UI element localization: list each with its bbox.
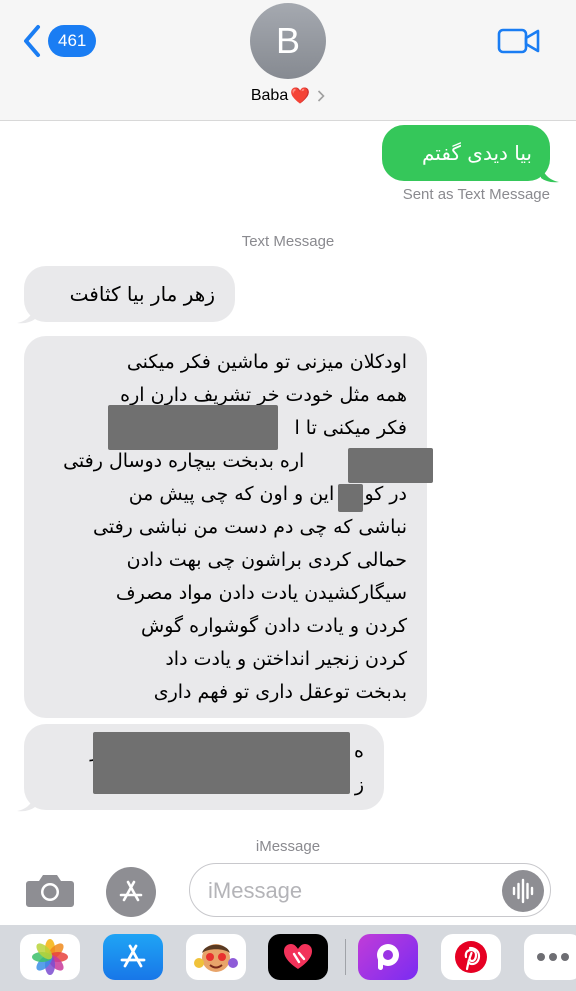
- incoming-message-bubble-long[interactable]: اودکلان میزنی تو ماشین فکر میکنی همه مثل…: [24, 336, 427, 718]
- more-icon: [537, 953, 569, 961]
- audio-message-button[interactable]: [502, 870, 544, 912]
- message-line: نباشی که چی دم دست من نباشی رفتی: [93, 516, 407, 538]
- more-apps-button[interactable]: [524, 934, 576, 980]
- imessage-app-strip: [0, 925, 576, 991]
- message-line: سیگارکشیدن یادت دادن مواد مصرف: [115, 582, 407, 604]
- app-store-icon: [119, 880, 143, 902]
- memoji-icon: [194, 944, 238, 972]
- back-button[interactable]: 461: [22, 24, 97, 58]
- message-line: بدبخت توعقل داری تو فهم داری: [153, 681, 407, 703]
- contact-emoji: ❤️: [290, 88, 311, 105]
- compose-bar: [0, 855, 576, 925]
- message-line: کردن زنجیر انداختن و یادت داد: [165, 648, 407, 670]
- text-message-label: Text Message: [241, 233, 335, 250]
- redaction-block: [93, 732, 350, 794]
- incoming-message-text: زهر مار بیا کثافت: [69, 282, 215, 306]
- message-line: حمالی کردی براشون چی بهت دادن: [126, 549, 407, 571]
- memoji-stickers-button[interactable]: [186, 934, 246, 980]
- chevron-right-icon: [318, 90, 325, 102]
- picsart-app-button[interactable]: [358, 934, 418, 980]
- app-store-app-button[interactable]: [103, 934, 163, 980]
- unread-count-badge: 461: [48, 25, 97, 57]
- message-line: اودکلان میزنی تو ماشین فکر میکنی: [126, 351, 407, 373]
- contact-avatar[interactable]: B: [250, 3, 326, 79]
- pinterest-icon: [455, 941, 487, 973]
- redaction-block: [108, 405, 278, 450]
- outgoing-bubble-tail: [541, 164, 559, 183]
- message-input-field[interactable]: [189, 863, 551, 917]
- outgoing-message-bubble[interactable]: بیا دیدی گفتم: [382, 125, 550, 181]
- incoming-bubble-tail: [17, 793, 35, 812]
- message-input[interactable]: [208, 876, 488, 906]
- app-store-icon: [120, 944, 146, 968]
- outgoing-message-text: بیا دیدی گفتم: [421, 141, 532, 165]
- incoming-message-bubble[interactable]: زهر مار بیا کثافت: [24, 266, 235, 322]
- sent-as-text-message-note: Sent as Text Message: [402, 186, 550, 203]
- message-line: کردن و یادت دادن گوشواره گوش: [141, 615, 407, 637]
- redaction-block: [338, 484, 363, 512]
- imessage-label: iMessage: [255, 838, 321, 855]
- photos-app-button[interactable]: [20, 934, 80, 980]
- conversation-header: 461 B Baba ❤️: [0, 0, 576, 121]
- photos-icon: [32, 939, 68, 975]
- app-store-drawer-button[interactable]: [106, 867, 156, 917]
- facetime-video-icon[interactable]: [497, 26, 541, 56]
- digital-touch-button[interactable]: [268, 934, 328, 980]
- contact-name-button[interactable]: Baba ❤️: [0, 86, 576, 106]
- contact-name: Baba: [250, 87, 289, 104]
- pinterest-app-button[interactable]: [441, 934, 501, 980]
- chevron-left-icon: [24, 25, 40, 57]
- picsart-icon: [377, 944, 399, 970]
- strip-divider: [345, 939, 346, 975]
- camera-icon[interactable]: [25, 871, 75, 909]
- digital-touch-icon: [284, 944, 312, 969]
- avatar-letter: B: [275, 20, 300, 61]
- redaction-block: [348, 448, 433, 483]
- incoming-bubble-tail: [17, 305, 35, 324]
- waveform-icon: [512, 878, 534, 904]
